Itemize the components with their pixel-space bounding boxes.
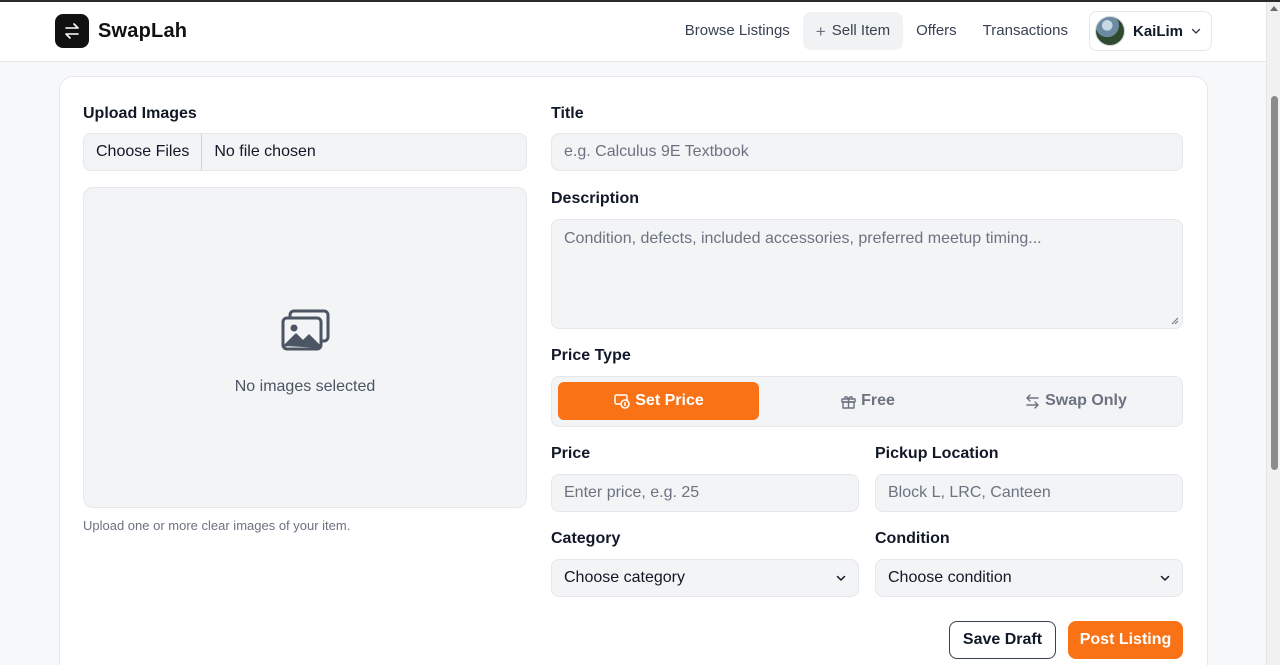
title-placeholder: e.g. Calculus 9E Textbook <box>564 143 749 160</box>
avatar <box>1094 16 1125 46</box>
condition-label: Condition <box>875 530 950 547</box>
file-status: No file chosen <box>214 143 316 160</box>
price-input[interactable]: Enter price, e.g. 25 <box>551 474 859 512</box>
brand[interactable]: SwapLah <box>55 14 187 48</box>
nav-offers-label: Offers <box>916 22 957 39</box>
swap-arrows-icon <box>55 14 89 48</box>
price-placeholder: Enter price, e.g. 25 <box>564 484 700 501</box>
nav-browse-listings-label: Browse Listings <box>684 22 790 39</box>
description-label: Description <box>551 190 640 207</box>
nav-sell-item[interactable]: + Sell Item <box>802 12 904 50</box>
plus-icon: + <box>815 21 826 41</box>
free-label: Free <box>861 392 895 409</box>
set-price-label: Set Price <box>635 392 704 409</box>
user-menu[interactable]: KaiLim <box>1088 11 1212 51</box>
pickup-location-placeholder: Block L, LRC, Canteen <box>888 484 1051 501</box>
pickup-location-input[interactable]: Block L, LRC, Canteen <box>875 474 1183 512</box>
scrollbar-thumb[interactable] <box>1271 96 1278 470</box>
nav-transactions[interactable]: Transactions <box>970 12 1081 50</box>
description-placeholder: Condition, defects, included accessories… <box>564 230 1042 247</box>
scroll-up-arrow-icon[interactable] <box>1270 6 1278 11</box>
no-images-text: No images selected <box>234 378 376 395</box>
title-label: Title <box>551 105 584 122</box>
nav-transactions-label: Transactions <box>982 22 1068 39</box>
nav-browse-listings[interactable]: Browse Listings <box>672 12 803 50</box>
pickup-location-label: Pickup Location <box>875 445 999 462</box>
price-type-label: Price Type <box>551 347 631 364</box>
scrollbar[interactable] <box>1266 2 1280 665</box>
save-draft-button[interactable]: Save Draft <box>949 621 1056 659</box>
price-tag-icon <box>614 394 630 409</box>
upload-images-label: Upload Images <box>83 105 197 122</box>
category-label: Category <box>551 530 621 547</box>
price-label: Price <box>551 445 591 462</box>
resize-grip-icon[interactable] <box>1171 317 1179 325</box>
chevron-down-icon <box>836 575 846 581</box>
price-type-swap-only[interactable]: Swap Only <box>974 382 1177 420</box>
swap-icon <box>1026 393 1039 409</box>
condition-value: Choose condition <box>888 569 1012 586</box>
title-input[interactable]: e.g. Calculus 9E Textbook <box>551 133 1183 171</box>
upload-hint: Upload one or more clear images of your … <box>83 518 351 533</box>
navbar: SwapLah Browse Listings + Sell Item Offe… <box>0 2 1266 62</box>
price-type-free[interactable]: Free <box>766 382 969 420</box>
images-icon <box>281 309 330 351</box>
gift-icon <box>841 395 856 409</box>
condition-select[interactable]: Choose condition <box>875 559 1183 597</box>
swap-only-label: Swap Only <box>1045 392 1127 409</box>
category-select[interactable]: Choose category <box>551 559 859 597</box>
sell-item-form: Upload Images Choose Files No file chose… <box>59 76 1208 665</box>
chevron-down-icon <box>1160 575 1170 581</box>
file-input[interactable]: Choose Files No file chosen <box>83 133 527 171</box>
description-textarea[interactable]: Condition, defects, included accessories… <box>551 219 1183 329</box>
choose-files-button[interactable]: Choose Files <box>84 134 203 170</box>
brand-name: SwapLah <box>98 19 188 42</box>
user-name: KaiLim <box>1132 22 1183 40</box>
nav-offers[interactable]: Offers <box>903 12 970 50</box>
chevron-down-icon <box>1191 28 1201 34</box>
post-listing-button[interactable]: Post Listing <box>1068 621 1183 659</box>
price-type-selector: Set Price Free Swap Only <box>551 376 1183 427</box>
image-preview-area[interactable]: No images selected <box>83 187 527 508</box>
nav-sell-item-label: Sell Item <box>831 22 891 39</box>
category-value: Choose category <box>564 569 685 586</box>
price-type-set-price[interactable]: Set Price <box>558 382 759 420</box>
nav-links: Browse Listings + Sell Item Offers Trans… <box>672 11 1212 51</box>
